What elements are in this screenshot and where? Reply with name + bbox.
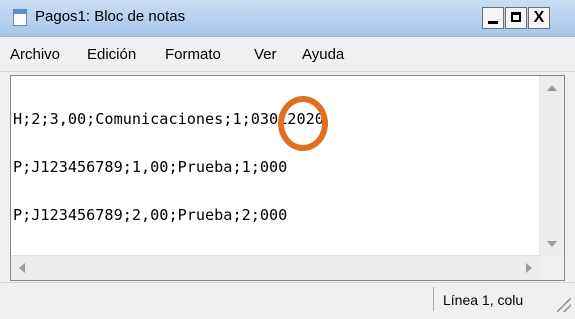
vertical-scrollbar[interactable]	[539, 76, 564, 256]
text-line: P;J123456789;2,00;Prueba;2;000	[13, 206, 288, 224]
notepad-window: Pagos1: Bloc de notas X Archivo Edición …	[0, 0, 575, 319]
maximize-button[interactable]	[505, 7, 527, 29]
text-line: P;J123456789;1,00;Prueba;1;000	[13, 158, 288, 176]
notepad-icon[interactable]	[13, 9, 27, 26]
cursor-position: Línea 1, colu	[443, 292, 524, 308]
scroll-up-icon[interactable]	[547, 85, 557, 91]
minimize-button[interactable]	[482, 7, 504, 29]
menu-formato[interactable]: Formato	[165, 46, 221, 63]
menu-edicion[interactable]: Edición	[87, 46, 136, 63]
close-button[interactable]: X	[528, 7, 550, 29]
menu-archivo[interactable]: Archivo	[10, 46, 60, 63]
minimize-icon	[488, 21, 498, 24]
status-divider	[433, 287, 434, 311]
menu-ayuda[interactable]: Ayuda	[302, 46, 344, 63]
scroll-left-icon[interactable]	[19, 263, 25, 273]
highlight-circle	[278, 96, 328, 151]
resize-grip-icon[interactable]	[557, 298, 571, 312]
window-title: Pagos1: Bloc de notas	[35, 8, 186, 25]
menu-ver[interactable]: Ver	[254, 46, 277, 63]
scroll-right-icon[interactable]	[526, 263, 532, 273]
title-bar[interactable]: Pagos1: Bloc de notas X	[0, 0, 575, 37]
maximize-icon	[511, 12, 521, 22]
text-content[interactable]: H;2;3,00;Comunicaciones;1;03012020 P;J12…	[13, 79, 541, 251]
scroll-down-icon[interactable]	[547, 241, 557, 247]
horizontal-scrollbar[interactable]	[11, 255, 540, 280]
menu-bar: Archivo Edición Formato Ver Ayuda	[0, 37, 575, 72]
scrollbar-corner	[540, 256, 564, 280]
status-bar: Línea 1, colu	[0, 282, 575, 316]
text-line: H;2;3,00;Comunicaciones;1;03012020	[13, 110, 324, 128]
